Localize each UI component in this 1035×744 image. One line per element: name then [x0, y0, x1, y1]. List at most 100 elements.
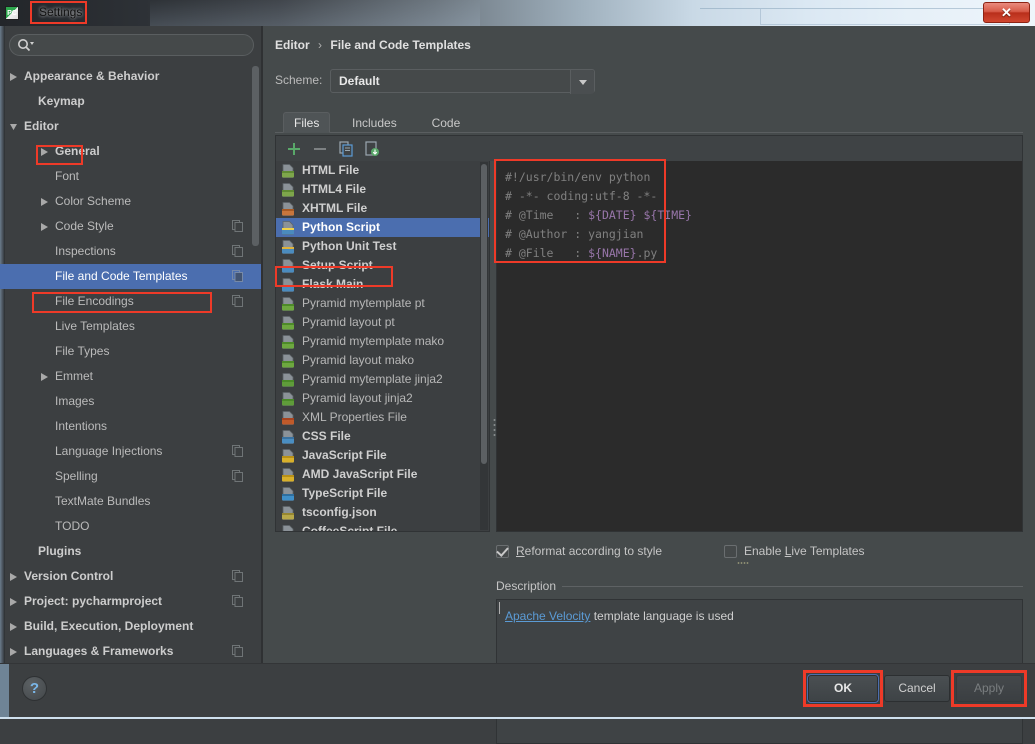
sidebar-item-build-execution-deployment[interactable]: Build, Execution, Deployment: [0, 614, 261, 639]
sidebar-item-textmate-bundles[interactable]: TextMate Bundles: [0, 489, 261, 514]
chevron-down-icon[interactable]: [570, 70, 594, 94]
sidebar-item-live-templates[interactable]: Live Templates: [0, 314, 261, 339]
tab-includes[interactable]: Includes: [341, 112, 408, 133]
template-list-item[interactable]: Pyramid layout pt: [276, 313, 489, 332]
sidebar-item-color-scheme[interactable]: Color Scheme: [0, 189, 261, 214]
template-list-item[interactable]: Pyramid mytemplate mako: [276, 332, 489, 351]
checkbox-indicator[interactable]: [496, 545, 509, 558]
sidebar-item-images[interactable]: Images: [0, 389, 261, 414]
reset-to-default-icon[interactable]: [364, 141, 380, 157]
sidebar-item-label: Editor: [24, 119, 59, 133]
template-list-item-label: AMD JavaScript File: [302, 467, 418, 481]
help-icon[interactable]: ?: [22, 676, 47, 701]
template-code-editor[interactable]: #!/usr/bin/env python # -*- coding:utf-8…: [496, 161, 1023, 532]
tab-code[interactable]: Code: [421, 112, 472, 133]
remove-template-icon[interactable]: [312, 141, 328, 157]
add-template-icon[interactable]: [286, 141, 302, 157]
chevron-right-icon[interactable]: [10, 623, 17, 631]
chevron-right-icon[interactable]: [10, 573, 17, 581]
tab-files[interactable]: Files: [283, 112, 331, 133]
description-rest: template language is used: [590, 609, 734, 623]
ok-button[interactable]: OK: [807, 674, 879, 703]
sidebar-item-emmet[interactable]: Emmet: [0, 364, 261, 389]
tab-label: Files: [294, 116, 320, 130]
window-titlebar: PC Settings ✕: [0, 0, 1035, 26]
sidebar-item-file-and-code-templates[interactable]: File and Code Templates: [0, 264, 261, 289]
cancel-button[interactable]: Cancel: [884, 675, 950, 702]
template-list-item[interactable]: CSS File: [276, 427, 489, 446]
xhtml-file-icon: [282, 202, 294, 216]
sidebar-item-intentions[interactable]: Intentions: [0, 414, 261, 439]
sidebar-item-label: File Encodings: [55, 294, 134, 308]
template-list-item[interactable]: CoffeeScript File: [276, 522, 489, 532]
sidebar-item-languages-frameworks[interactable]: Languages & Frameworks: [0, 639, 261, 662]
template-list-item[interactable]: Pyramid layout jinja2: [276, 389, 489, 408]
sidebar-item-editor[interactable]: Editor: [0, 114, 261, 139]
template-list-scrollbar-thumb[interactable]: [481, 164, 487, 464]
template-list-item[interactable]: AMD JavaScript File: [276, 465, 489, 484]
sidebar-item-version-control[interactable]: Version Control: [0, 564, 261, 589]
settings-main-panel: Editor › File and Code Templates Scheme:…: [263, 26, 1035, 744]
chevron-right-icon[interactable]: [10, 648, 17, 656]
template-list-item[interactable]: Setup Script: [276, 256, 489, 275]
template-list-item[interactable]: Flask Main: [276, 275, 489, 294]
apply-button[interactable]: Apply: [956, 675, 1022, 702]
sidebar-item-language-injections[interactable]: Language Injections: [0, 439, 261, 464]
template-list-item[interactable]: XHTML File: [276, 199, 489, 218]
template-list-item[interactable]: TypeScript File: [276, 484, 489, 503]
template-list-item-label: CoffeeScript File: [302, 524, 398, 532]
sidebar-item-inspections[interactable]: Inspections: [0, 239, 261, 264]
template-list-item[interactable]: Pyramid layout mako: [276, 351, 489, 370]
python-file-icon: [282, 278, 294, 292]
sidebar-item-code-style[interactable]: Code Style: [0, 214, 261, 239]
template-list-item[interactable]: XML Properties File: [276, 408, 489, 427]
sidebar-item-appearance-behavior[interactable]: Appearance & Behavior: [0, 64, 261, 89]
scheme-select[interactable]: Default: [330, 69, 595, 94]
chevron-right-icon[interactable]: [10, 598, 17, 606]
sidebar-item-keymap[interactable]: Keymap: [0, 89, 261, 114]
window-bottom-edge: [0, 717, 1035, 719]
sidebar-item-general[interactable]: General: [0, 139, 261, 164]
chevron-right-icon[interactable]: [41, 223, 48, 231]
copy-template-icon[interactable]: [338, 141, 354, 157]
sidebar-item-label: Build, Execution, Deployment: [24, 619, 194, 633]
sidebar-item-file-encodings[interactable]: File Encodings: [0, 289, 261, 314]
template-list[interactable]: HTML File HTML4 File XHTML File Python Scri…: [275, 161, 490, 532]
close-icon[interactable]: ✕: [983, 2, 1030, 23]
sidebar-item-font[interactable]: Font: [0, 164, 261, 189]
template-list-item[interactable]: Python Script: [276, 218, 489, 237]
search-input[interactable]: [9, 34, 254, 56]
template-list-scrollbar[interactable]: [480, 162, 488, 530]
template-list-item[interactable]: Pyramid mytemplate pt: [276, 294, 489, 313]
template-list-item[interactable]: Pyramid mytemplate jinja2: [276, 370, 489, 389]
chevron-down-icon[interactable]: [10, 123, 17, 131]
chevron-right-icon[interactable]: [41, 198, 48, 206]
python-file-icon: [282, 221, 294, 235]
pyramid-jinja-icon: [282, 392, 294, 406]
template-list-item-label: XHTML File: [302, 201, 368, 215]
template-list-item-label: Flask Main: [302, 277, 364, 291]
sidebar-item-spelling[interactable]: Spelling: [0, 464, 261, 489]
sidebar-item-plugins[interactable]: Plugins: [0, 539, 261, 564]
template-list-item[interactable]: HTML4 File: [276, 180, 489, 199]
apache-velocity-link[interactable]: Apache Velocity: [505, 609, 590, 623]
template-list-item[interactable]: Python Unit Test: [276, 237, 489, 256]
template-list-item[interactable]: tsconfig.json: [276, 503, 489, 522]
sidebar-item-project-pycharmproject[interactable]: Project: pycharmproject: [0, 589, 261, 614]
chevron-right-icon[interactable]: [10, 73, 17, 81]
html-file-icon: [282, 164, 294, 178]
checkbox-indicator[interactable]: [724, 545, 737, 558]
settings-tree[interactable]: Appearance & Behavior Keymap Editor General…: [0, 64, 261, 662]
sidebar-scrollbar-thumb[interactable]: [252, 66, 259, 246]
breadcrumb-parent[interactable]: Editor: [275, 38, 310, 52]
template-list-item-label: HTML4 File: [302, 182, 367, 196]
chevron-right-icon[interactable]: [41, 148, 48, 156]
template-list-item[interactable]: HTML File: [276, 161, 489, 180]
description-text: Apache Velocity template language is use…: [505, 609, 734, 623]
html-file-icon: [282, 183, 294, 197]
sidebar-item-label: Spelling: [55, 469, 98, 483]
sidebar-item-todo[interactable]: TODO: [0, 514, 261, 539]
chevron-right-icon[interactable]: [41, 373, 48, 381]
sidebar-item-file-types[interactable]: File Types: [0, 339, 261, 364]
template-list-item[interactable]: JavaScript File: [276, 446, 489, 465]
